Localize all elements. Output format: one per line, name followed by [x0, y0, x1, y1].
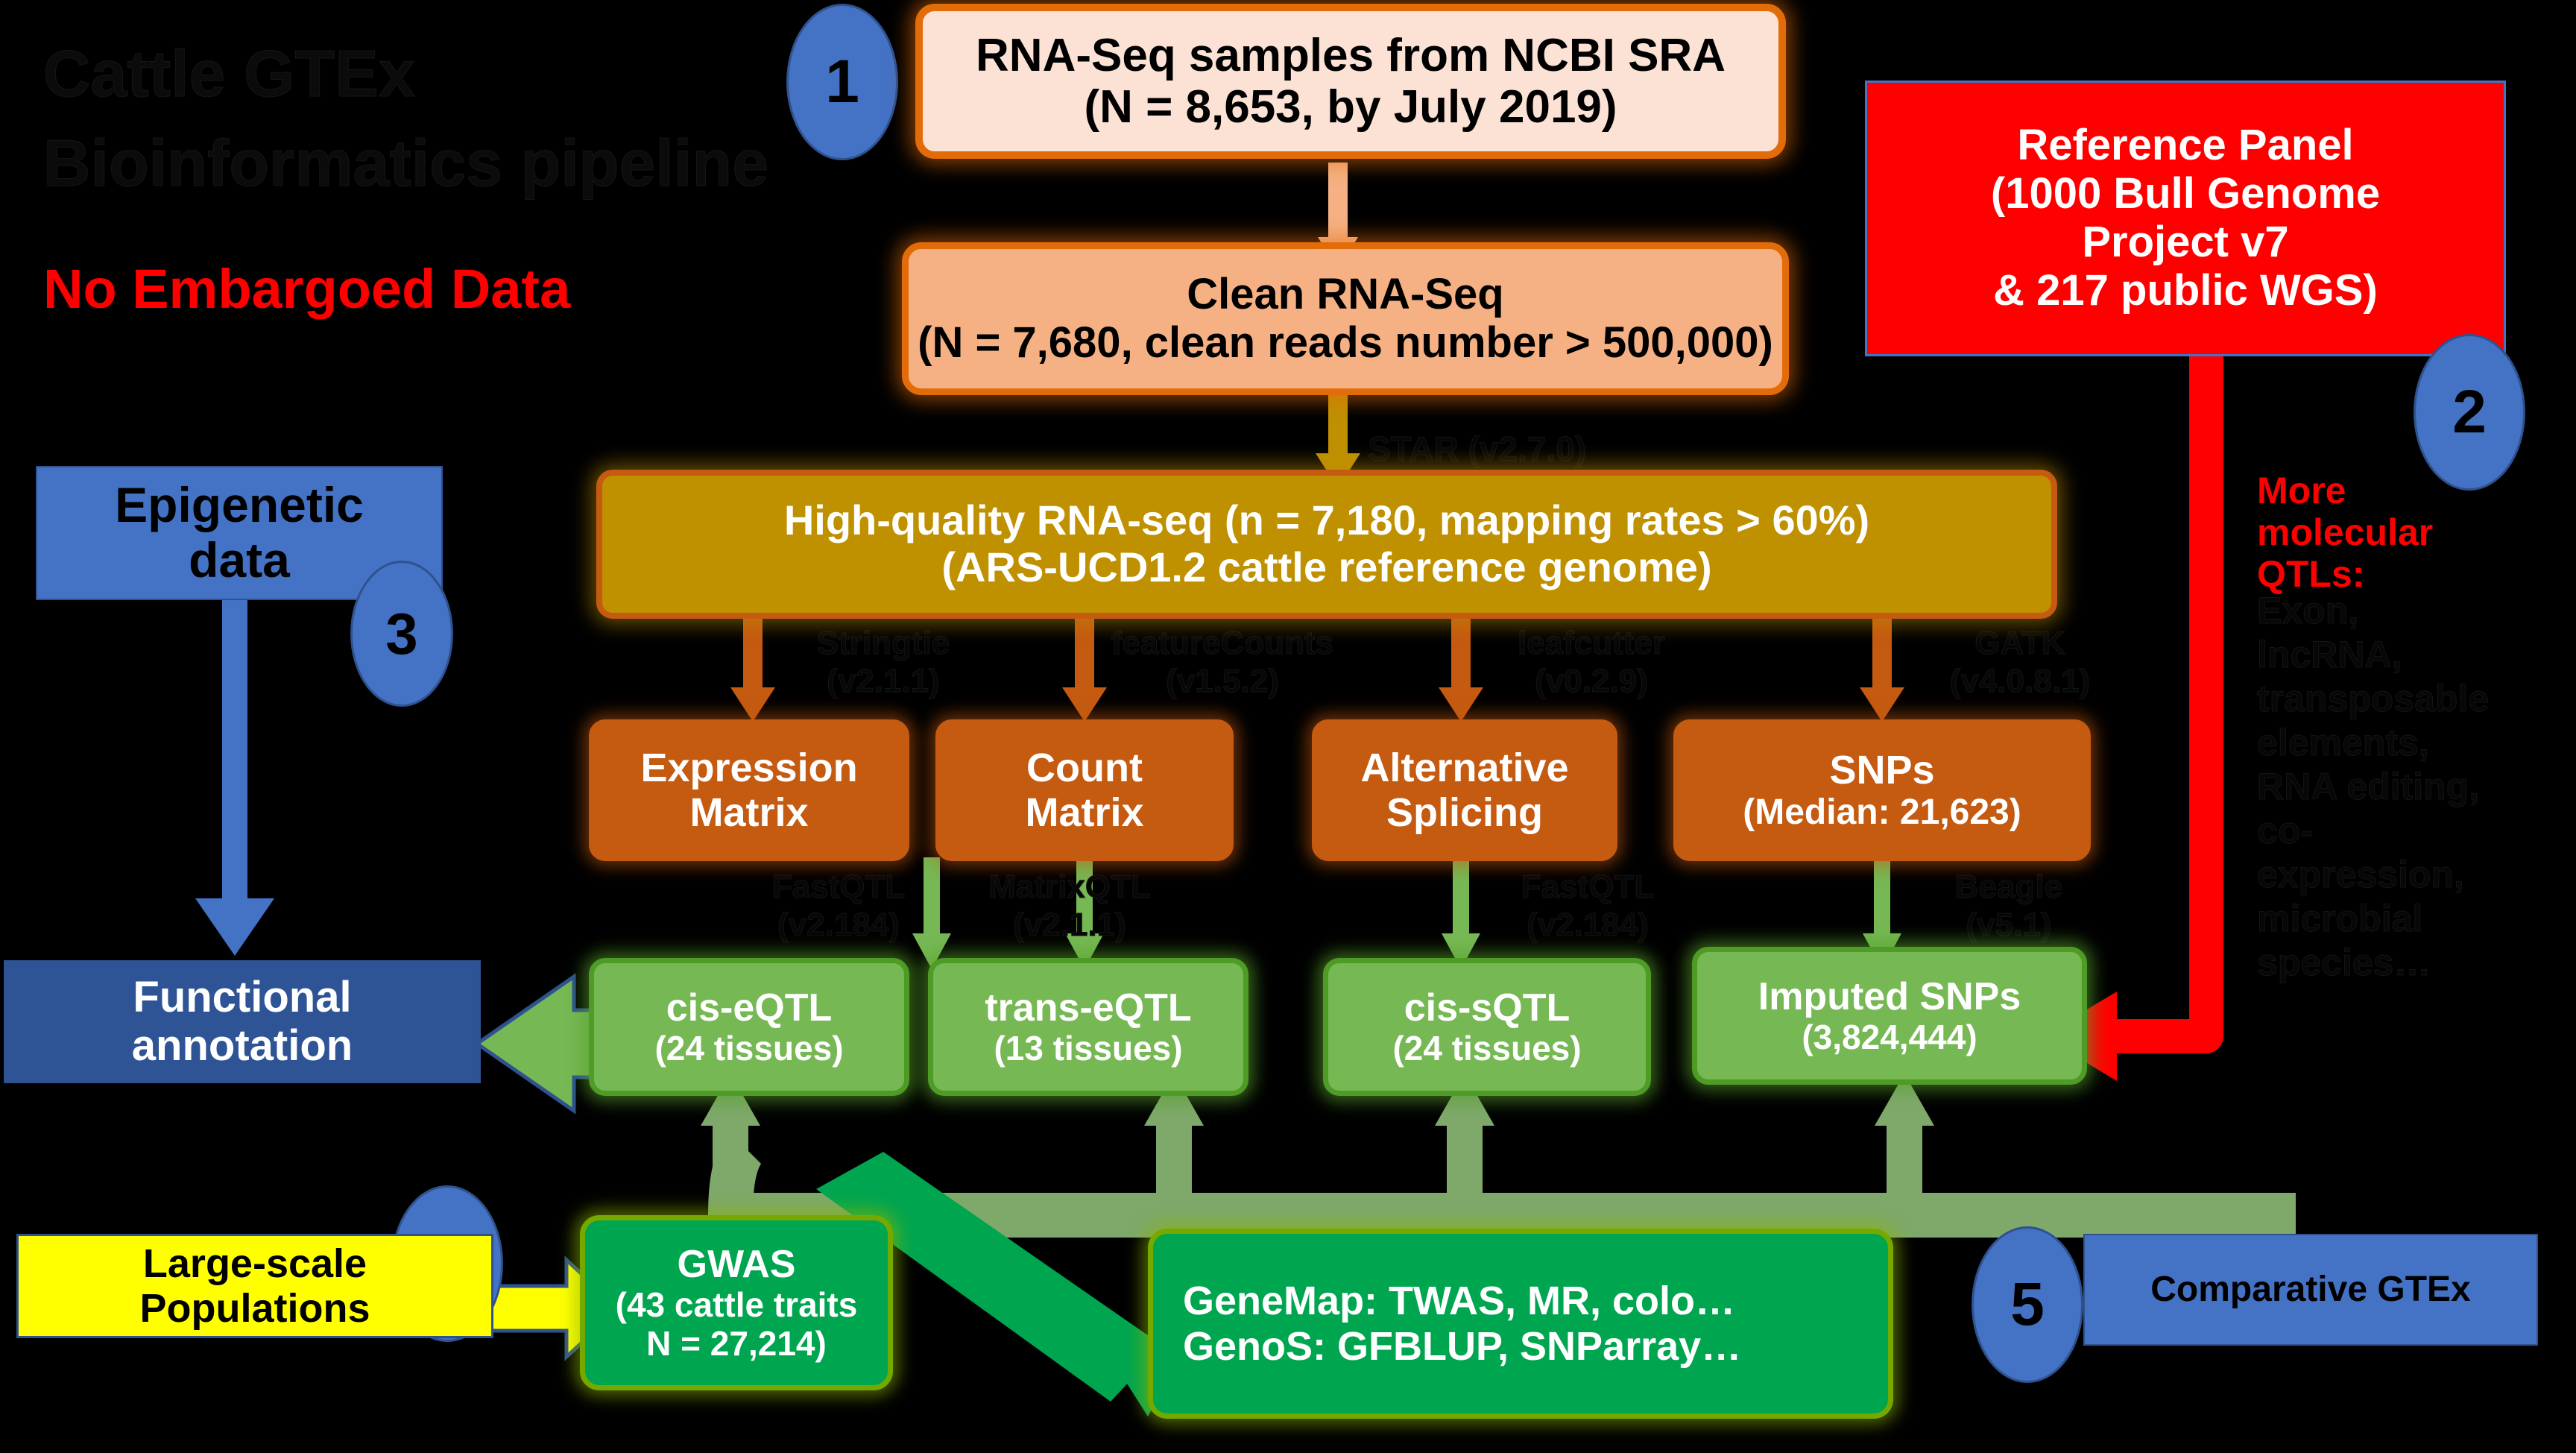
- tool-label-leafcutter: leafcutter (v0.2.9): [1517, 624, 1666, 699]
- box-functional-annotation-line2: annotation: [131, 1021, 353, 1070]
- arrowhead-hq-to-expression: [730, 687, 775, 722]
- tool-label-matrixqtl: MatrixQTL (v2.1.1): [988, 868, 1152, 943]
- box-imputed-snps[interactable]: Imputed SNPs (3,824,444): [1692, 947, 2087, 1085]
- tool-label-stringtie: Stringtie (v2.1.1): [816, 624, 950, 699]
- box-imputed-snps-line1: Imputed SNPs: [1758, 974, 2021, 1018]
- arrowhead-hq-to-snps: [1860, 687, 1904, 722]
- box-comparative-gtex[interactable]: Comparative GTEx: [2083, 1234, 2538, 1346]
- step-marker-5: 5: [1972, 1226, 2083, 1383]
- box-cis-sqtl[interactable]: cis-sQTL (24 tissues): [1323, 958, 1651, 1096]
- box-alternative-splicing-line1: Alternative: [1360, 745, 1569, 790]
- box-functional-annotation[interactable]: Functional annotation: [4, 960, 481, 1083]
- box-gwas[interactable]: GWAS (43 cattle traits N = 27,214): [580, 1215, 893, 1390]
- box-alternative-splicing[interactable]: Alternative Splicing: [1312, 719, 1617, 861]
- box-comparative-gtex-line1: Comparative GTEx: [2150, 1270, 2471, 1310]
- box-cis-eqtl[interactable]: cis-eQTL (24 tissues): [589, 958, 909, 1096]
- box-imputed-snps-line2: (3,824,444): [1802, 1017, 1977, 1056]
- step-marker-1-label: 1: [825, 48, 859, 116]
- box-epigenetic-data-line1: Epigenetic: [115, 477, 364, 533]
- arrowhead-hq-to-count: [1062, 687, 1107, 722]
- box-expression-matrix-line2: Matrix: [689, 790, 809, 835]
- step-marker-2: 2: [2414, 334, 2525, 491]
- box-clean-rnaseq-line1: Clean RNA-Seq: [1187, 269, 1504, 318]
- box-large-scale-populations-line1: Large-scale: [142, 1241, 367, 1286]
- embargo-note: No Embargoed Data: [43, 258, 571, 320]
- watermark-title-line2: Bioinformatics pipeline: [42, 126, 769, 201]
- box-high-quality-rnaseq[interactable]: High-quality RNA-seq (n = 7,180, mapping…: [596, 470, 2057, 619]
- box-reference-panel-line3: Project v7: [2082, 218, 2289, 266]
- box-clean-rnaseq-line2: (N = 7,680, clean reads number > 500,000…: [918, 318, 1773, 367]
- side-note-heading: More molecular QTLs:: [2257, 470, 2503, 595]
- box-reference-panel[interactable]: Reference Panel (1000 Bull Genome Projec…: [1865, 81, 2506, 356]
- box-trans-eqtl-line2: (13 tissues): [994, 1028, 1183, 1068]
- box-count-matrix-line2: Matrix: [1025, 790, 1144, 835]
- tool-label-featurecounts: featureCounts (v1.5.2): [1111, 624, 1334, 699]
- tool-label-gatk: GATK (v4.0.8.1): [1949, 624, 2091, 699]
- box-snps-line2: (Median: 21,623): [1743, 792, 2021, 833]
- box-downstream-line1: GeneMap: TWAS, MR, colo…: [1183, 1279, 1736, 1324]
- box-rnaseq-samples[interactable]: RNA-Seq samples from NCBI SRA (N = 8,653…: [915, 4, 1786, 159]
- diagram-canvas: Cattle GTEx Bioinformatics pipeline No E…: [0, 0, 2576, 1453]
- box-rnaseq-samples-line1: RNA-Seq samples from NCBI SRA: [976, 29, 1726, 81]
- box-trans-eqtl[interactable]: trans-eQTL (13 tissues): [928, 958, 1248, 1096]
- side-note-heading-text: More molecular QTLs:: [2257, 470, 2434, 595]
- tool-label-fastqtl2: FastQTL (v2.184): [1521, 868, 1655, 943]
- tool-label-fastqtl: FastQTL (v2.184): [771, 868, 906, 943]
- step-marker-3: 3: [350, 561, 453, 707]
- box-expression-matrix[interactable]: Expression Matrix: [589, 719, 909, 861]
- watermark-title-line1: Cattle GTEx: [43, 37, 416, 111]
- box-trans-eqtl-line1: trans-eQTL: [985, 986, 1192, 1030]
- box-downstream-analyses[interactable]: GeneMap: TWAS, MR, colo… GenoS: GFBLUP, …: [1148, 1229, 1893, 1419]
- box-rnaseq-samples-line2: (N = 8,653, by July 2019): [1084, 81, 1617, 133]
- arrowhead-hq-to-splicing: [1439, 687, 1483, 722]
- step-marker-1: 1: [786, 4, 898, 160]
- box-cis-sqtl-line2: (24 tissues): [1392, 1028, 1582, 1068]
- box-large-scale-populations[interactable]: Large-scale Populations: [16, 1234, 493, 1338]
- box-cis-eqtl-line1: cis-eQTL: [666, 986, 833, 1030]
- box-expression-matrix-line1: Expression: [640, 745, 858, 790]
- side-note-body-text: Exon, lncRNA, transposable elements, RNA…: [2256, 590, 2490, 984]
- box-downstream-line2: GenoS: GFBLUP, SNParray…: [1183, 1323, 1742, 1369]
- box-reference-panel-line1: Reference Panel: [2017, 121, 2354, 170]
- box-reference-panel-line2: (1000 Bull Genome: [1990, 169, 2381, 218]
- tool-label-beagle: Beagle (v5.1): [1954, 868, 2063, 943]
- box-gwas-line3: N = 27,214): [646, 1323, 827, 1363]
- box-gwas-line2: (43 cattle traits: [615, 1285, 858, 1325]
- tool-label-star: STAR (v2.7.0): [1367, 429, 1587, 469]
- gwas-feedback-bar-corner: [708, 1132, 763, 1216]
- box-count-matrix[interactable]: Count Matrix: [935, 719, 1234, 861]
- box-gwas-line1: GWAS: [677, 1242, 796, 1286]
- step-marker-2-label: 2: [2452, 378, 2487, 446]
- box-snps[interactable]: SNPs (Median: 21,623): [1673, 719, 2091, 861]
- arrowhead-epigenetic-to-functional: [195, 898, 274, 956]
- box-alternative-splicing-line2: Splicing: [1386, 790, 1543, 835]
- box-large-scale-populations-line2: Populations: [139, 1286, 370, 1331]
- box-high-quality-rnaseq-line2: (ARS-UCD1.2 cattle reference genome): [941, 543, 1712, 590]
- box-functional-annotation-line1: Functional: [133, 972, 352, 1021]
- box-cis-sqtl-line1: cis-sQTL: [1404, 986, 1570, 1030]
- box-count-matrix-line1: Count: [1026, 745, 1143, 790]
- step-marker-5-label: 5: [2010, 1270, 2045, 1338]
- box-high-quality-rnaseq-line1: High-quality RNA-seq (n = 7,180, mapping…: [783, 497, 1870, 544]
- box-epigenetic-data-line2: data: [189, 532, 290, 587]
- step-marker-3-label: 3: [385, 600, 418, 666]
- side-note-body: Exon, lncRNA, transposable elements, RNA…: [2256, 589, 2503, 985]
- box-cis-eqtl-line2: (24 tissues): [654, 1028, 844, 1068]
- box-reference-panel-line4: & 217 public WGS): [1993, 265, 2378, 315]
- box-clean-rnaseq[interactable]: Clean RNA-Seq (N = 7,680, clean reads nu…: [902, 242, 1789, 395]
- box-snps-line1: SNPs: [1829, 747, 1935, 792]
